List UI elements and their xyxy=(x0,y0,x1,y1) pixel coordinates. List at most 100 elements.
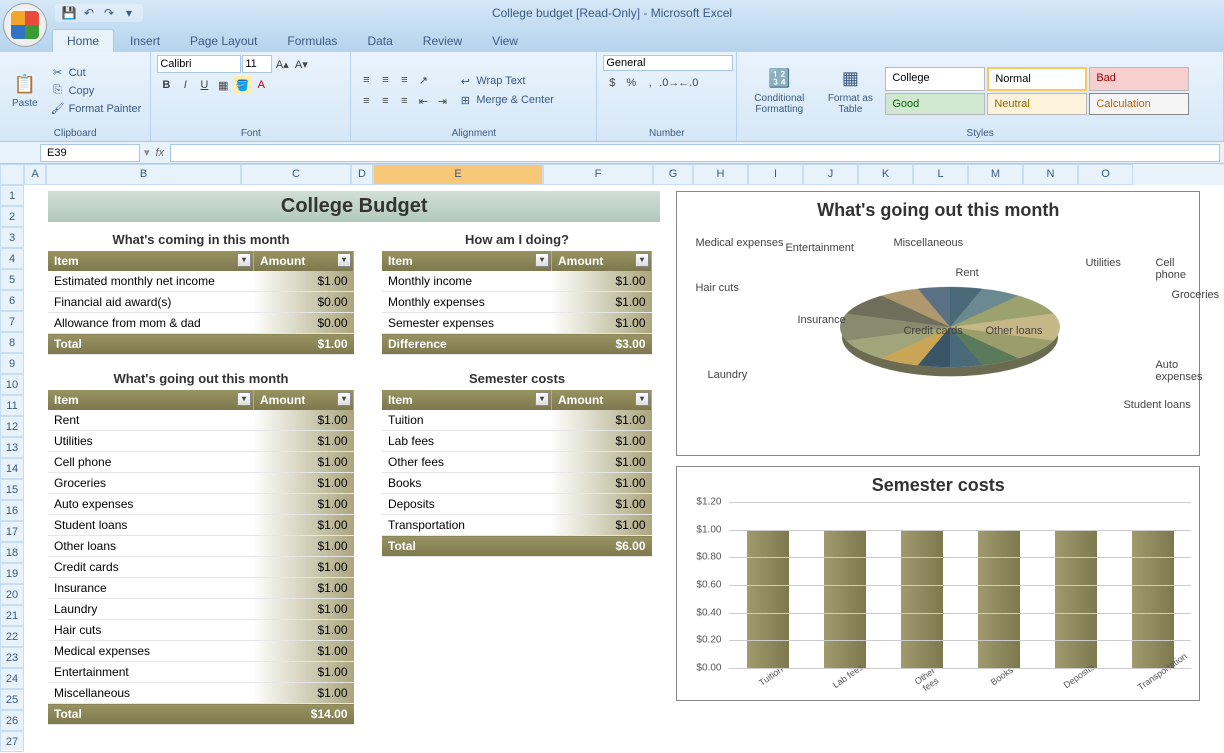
row-header-23[interactable]: 23 xyxy=(0,647,24,668)
underline-button[interactable]: U xyxy=(195,76,213,94)
filter-dropdown-icon[interactable]: ▾ xyxy=(635,392,649,406)
column-header-K[interactable]: K xyxy=(858,164,913,185)
grow-font-button[interactable]: A▴ xyxy=(273,55,291,73)
column-header-C[interactable]: C xyxy=(241,164,351,185)
column-header-L[interactable]: L xyxy=(913,164,968,185)
table-row[interactable]: Monthly income$1.00 xyxy=(382,271,652,292)
table-row[interactable]: Insurance$1.00 xyxy=(48,578,354,599)
cell-item[interactable]: Credit cards xyxy=(48,557,254,578)
font-size-select[interactable] xyxy=(242,55,272,73)
outgoing-header-amount[interactable]: Amount▾ xyxy=(254,390,354,410)
shrink-font-button[interactable]: A▾ xyxy=(292,55,310,73)
column-header-O[interactable]: O xyxy=(1078,164,1133,185)
table-row[interactable]: Transportation$1.00 xyxy=(382,515,652,536)
office-button[interactable] xyxy=(3,3,47,47)
row-header-25[interactable]: 25 xyxy=(0,689,24,710)
semester-header-item[interactable]: Item▾ xyxy=(382,390,552,410)
row-header-11[interactable]: 11 xyxy=(0,395,24,416)
row-header-10[interactable]: 10 xyxy=(0,374,24,395)
table-row[interactable]: Credit cards$1.00 xyxy=(48,557,354,578)
row-header-17[interactable]: 17 xyxy=(0,521,24,542)
cell-amount[interactable]: $1.00 xyxy=(254,494,354,515)
cell-item[interactable]: Transportation xyxy=(382,515,552,536)
bold-button[interactable]: B xyxy=(157,76,175,94)
cell-amount[interactable]: $1.00 xyxy=(552,410,652,431)
cell-item[interactable]: Miscellaneous xyxy=(48,683,254,704)
outgoing-header-item[interactable]: Item▾ xyxy=(48,390,254,410)
row-header-20[interactable]: 20 xyxy=(0,584,24,605)
cell-item[interactable]: Books xyxy=(382,473,552,494)
table-row[interactable]: Estimated monthly net income$1.00 xyxy=(48,271,354,292)
column-header-G[interactable]: G xyxy=(653,164,693,185)
row-header-6[interactable]: 6 xyxy=(0,290,24,311)
incoming-header-amount[interactable]: Amount▾ xyxy=(254,251,354,271)
italic-button[interactable]: I xyxy=(176,76,194,94)
cell-amount[interactable]: $1.00 xyxy=(254,271,354,292)
cell-item[interactable]: Cell phone xyxy=(48,452,254,473)
name-box[interactable] xyxy=(40,144,140,162)
tab-home[interactable]: Home xyxy=(52,29,114,52)
cell-amount[interactable]: $1.00 xyxy=(552,515,652,536)
semester-header-amount[interactable]: Amount▾ xyxy=(552,390,652,410)
table-row[interactable]: Tuition$1.00 xyxy=(382,410,652,431)
row-header-27[interactable]: 27 xyxy=(0,731,24,752)
style-neutral[interactable]: Neutral xyxy=(987,93,1087,115)
column-header-M[interactable]: M xyxy=(968,164,1023,185)
redo-icon[interactable]: ↷ xyxy=(101,5,117,21)
filter-dropdown-icon[interactable]: ▾ xyxy=(337,392,351,406)
row-header-18[interactable]: 18 xyxy=(0,542,24,563)
tab-review[interactable]: Review xyxy=(409,30,476,52)
cell-amount[interactable]: $1.00 xyxy=(254,557,354,578)
percent-button[interactable]: % xyxy=(622,74,640,92)
cell-amount[interactable]: $1.00 xyxy=(254,620,354,641)
cell-item[interactable]: Entertainment xyxy=(48,662,254,683)
column-header-D[interactable]: D xyxy=(351,164,373,185)
cell-amount[interactable]: $0.00 xyxy=(254,313,354,334)
table-row[interactable]: Monthly expenses$1.00 xyxy=(382,292,652,313)
format-painter-button[interactable]: 🖌Format Painter xyxy=(48,101,145,117)
cell-item[interactable]: Lab fees xyxy=(382,431,552,452)
cell-item[interactable]: Monthly expenses xyxy=(382,292,552,313)
style-college[interactable]: College xyxy=(885,67,985,91)
tab-formulas[interactable]: Formulas xyxy=(273,30,351,52)
grid-area[interactable]: ABCDEFGHIJKLMNO College Budget What's co… xyxy=(24,164,1224,750)
cell-item[interactable]: Rent xyxy=(48,410,254,431)
table-row[interactable]: Other loans$1.00 xyxy=(48,536,354,557)
cell-amount[interactable]: $1.00 xyxy=(254,452,354,473)
cell-amount[interactable]: $1.00 xyxy=(254,431,354,452)
cell-item[interactable]: Tuition xyxy=(382,410,552,431)
doing-header-amount[interactable]: Amount▾ xyxy=(552,251,652,271)
cell-item[interactable]: Auto expenses xyxy=(48,494,254,515)
cell-item[interactable]: Semester expenses xyxy=(382,313,552,334)
cell-amount[interactable]: $0.00 xyxy=(254,292,354,313)
row-header-5[interactable]: 5 xyxy=(0,269,24,290)
cell-amount[interactable]: $1.00 xyxy=(254,683,354,704)
table-row[interactable]: Lab fees$1.00 xyxy=(382,431,652,452)
number-format-select[interactable] xyxy=(603,55,733,71)
pie-chart[interactable]: What's going out this month Miscellaneou… xyxy=(676,191,1200,456)
row-header-26[interactable]: 26 xyxy=(0,710,24,731)
tab-page-layout[interactable]: Page Layout xyxy=(176,30,271,52)
tab-view[interactable]: View xyxy=(478,30,532,52)
wrap-text-button[interactable]: ↩Wrap Text xyxy=(455,73,557,89)
indent-increase-button[interactable]: ⇥ xyxy=(433,92,451,110)
fill-color-button[interactable]: 🪣 xyxy=(233,76,251,94)
column-header-E[interactable]: E xyxy=(373,164,543,185)
row-header-4[interactable]: 4 xyxy=(0,248,24,269)
cell-item[interactable]: Allowance from mom & dad xyxy=(48,313,254,334)
cell-item[interactable]: Deposits xyxy=(382,494,552,515)
align-left-button[interactable]: ≡ xyxy=(357,92,375,110)
comma-button[interactable]: , xyxy=(641,74,659,92)
cell-item[interactable]: Laundry xyxy=(48,599,254,620)
font-name-select[interactable] xyxy=(157,55,241,73)
table-row[interactable]: Books$1.00 xyxy=(382,473,652,494)
cell-item[interactable]: Monthly income xyxy=(382,271,552,292)
style-good[interactable]: Good xyxy=(885,93,985,115)
table-row[interactable]: Semester expenses$1.00 xyxy=(382,313,652,334)
copy-button[interactable]: ⎘Copy xyxy=(48,83,145,99)
row-header-13[interactable]: 13 xyxy=(0,437,24,458)
align-right-button[interactable]: ≡ xyxy=(395,92,413,110)
table-row[interactable]: Financial aid award(s)$0.00 xyxy=(48,292,354,313)
row-header-15[interactable]: 15 xyxy=(0,479,24,500)
increase-decimal-button[interactable]: .0→ xyxy=(660,74,678,92)
